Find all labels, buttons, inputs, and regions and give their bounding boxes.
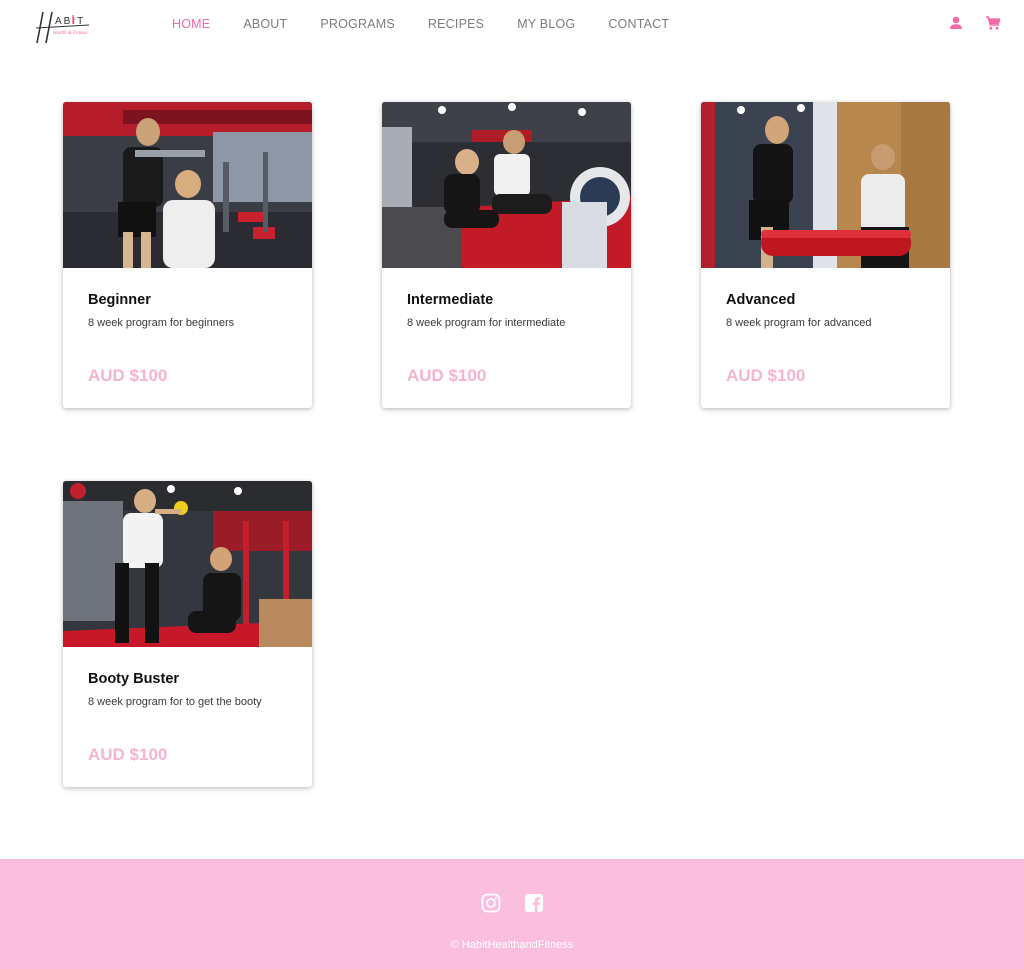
copyright-text: © HabitHealthandFitness bbox=[450, 939, 574, 951]
program-description: 8 week program for intermediate bbox=[407, 317, 566, 329]
nav-home[interactable]: HOME bbox=[172, 17, 210, 31]
program-card-booty-buster[interactable]: Booty Buster 8 week program for to get t… bbox=[63, 481, 312, 787]
user-icon[interactable] bbox=[948, 15, 964, 31]
nav-programs[interactable]: PROGRAMS bbox=[320, 17, 395, 31]
nav-contact[interactable]: CONTACT bbox=[608, 17, 669, 31]
habit-logo[interactable]: ABIT Health & Fitness bbox=[34, 10, 94, 46]
program-image bbox=[382, 102, 631, 268]
program-image bbox=[63, 481, 312, 647]
nav-recipes[interactable]: RECIPES bbox=[428, 17, 484, 31]
nav-about[interactable]: ABOUT bbox=[243, 17, 287, 31]
program-title: Advanced bbox=[726, 292, 796, 308]
svg-text:ABIT: ABIT bbox=[55, 16, 85, 27]
program-price: AUD $100 bbox=[407, 366, 487, 385]
program-description: 8 week program for to get the booty bbox=[88, 696, 262, 708]
main-nav: HOME ABOUT PROGRAMS RECIPES MY BLOG CONT… bbox=[172, 17, 702, 31]
instagram-icon[interactable] bbox=[481, 893, 501, 913]
program-price: AUD $100 bbox=[88, 366, 168, 385]
program-price: AUD $100 bbox=[726, 366, 806, 385]
program-title: Beginner bbox=[88, 292, 151, 308]
svg-text:Health & Fitness: Health & Fitness bbox=[52, 31, 87, 36]
program-description: 8 week program for advanced bbox=[726, 317, 872, 329]
nav-my-blog[interactable]: MY BLOG bbox=[517, 17, 575, 31]
program-description: 8 week program for beginners bbox=[88, 317, 235, 329]
program-card-beginner[interactable]: Beginner 8 week program for beginners AU… bbox=[63, 102, 312, 408]
program-price: AUD $100 bbox=[88, 745, 168, 764]
program-title: Booty Buster bbox=[88, 671, 180, 687]
site-header: ABIT Health & Fitness HOME ABOUT PROGRAM… bbox=[0, 0, 1024, 48]
program-card-intermediate[interactable]: Intermediate 8 week program for intermed… bbox=[382, 102, 631, 408]
facebook-icon[interactable] bbox=[524, 893, 544, 913]
program-card-advanced[interactable]: Advanced 8 week program for advanced AUD… bbox=[701, 102, 950, 408]
program-image bbox=[701, 102, 950, 268]
program-image bbox=[63, 102, 312, 268]
site-footer: © HabitHealthandFitness bbox=[0, 859, 1024, 969]
program-title: Intermediate bbox=[407, 292, 494, 308]
cart-icon[interactable] bbox=[985, 15, 1001, 31]
